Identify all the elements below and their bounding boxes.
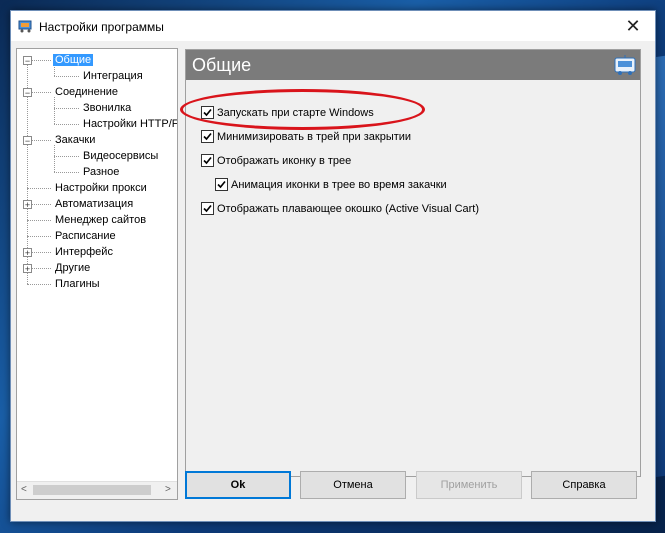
tree-connector — [54, 145, 56, 172]
tree-item[interactable]: Закачки — [53, 132, 97, 148]
help-button[interactable]: Справка — [531, 471, 637, 499]
tree-connector — [54, 97, 56, 124]
tree-connector — [27, 284, 51, 286]
tree-connector — [27, 220, 51, 222]
tree-item-label: Интерфейс — [55, 246, 113, 258]
tree-item-label: Общие — [53, 54, 94, 66]
tree-item-label: Плагины — [55, 278, 100, 290]
checkbox[interactable] — [201, 106, 214, 119]
expand-icon[interactable]: + — [23, 200, 32, 210]
scroll-right-icon[interactable]: > — [165, 484, 171, 495]
ok-button[interactable]: Ok — [185, 471, 291, 499]
tree-item-label: Звонилка — [83, 102, 132, 114]
tree-item-label: Автоматизация — [55, 198, 134, 210]
expand-icon[interactable]: + — [23, 248, 32, 258]
checkbox[interactable] — [201, 130, 214, 143]
tree-item[interactable]: Другие — [53, 260, 92, 276]
collapse-icon[interactable]: − — [23, 56, 32, 66]
collapse-icon[interactable]: − — [23, 136, 32, 146]
tree-item[interactable]: Настройки прокси — [53, 180, 149, 196]
tree-item-label: Настройки прокси — [55, 182, 147, 194]
settings-content-panel: Общие Запускать при старте Windows Миними… — [185, 49, 641, 477]
tree-item-label: Интеграция — [83, 70, 143, 82]
tree-connector — [54, 156, 79, 158]
checkmark-icon — [217, 180, 226, 189]
section-title: Общие — [192, 55, 252, 75]
checkbox[interactable] — [215, 178, 228, 191]
checkbox-label: Минимизировать в трей при закрытии — [217, 131, 412, 143]
tree-item-label: Закачки — [55, 134, 96, 146]
tree-connector — [27, 188, 51, 190]
tree-connector — [54, 108, 79, 110]
tree-item-label: Видеосервисы — [83, 150, 159, 162]
checkmark-icon — [203, 204, 212, 213]
tree-item-label: Разное — [83, 166, 120, 178]
cancel-button[interactable]: Отмена — [300, 471, 406, 499]
scrollbar-thumb[interactable] — [33, 485, 151, 495]
collapse-icon[interactable]: − — [23, 88, 32, 98]
apply-button: Применить — [416, 471, 522, 499]
tree-item[interactable]: Настройки HTTP/FTP — [81, 116, 178, 132]
close-icon: ✕ — [625, 15, 641, 36]
settings-tree[interactable]: < > Общие − Интеграция Соединение − Звонилка Н… — [16, 48, 178, 500]
checkbox-label: Запускать при старте Windows — [217, 107, 374, 119]
scroll-left-icon[interactable]: < — [21, 484, 27, 495]
tree-item[interactable]: Разное — [81, 164, 121, 180]
tree-item[interactable]: Видеосервисы — [81, 148, 160, 164]
tree-connector — [54, 124, 79, 126]
close-button[interactable]: ✕ — [611, 11, 655, 41]
tree-item[interactable]: Звонилка — [81, 100, 133, 116]
checkmark-icon — [203, 108, 212, 117]
tree-item[interactable]: Интеграция — [81, 68, 145, 84]
tree-item-label: Соединение — [55, 86, 119, 98]
app-icon — [18, 20, 32, 33]
checkbox[interactable] — [201, 154, 214, 167]
tree-connector — [27, 236, 51, 238]
window-title: Настройки программы — [39, 20, 164, 34]
tree-item[interactable]: Расписание — [53, 228, 118, 244]
tree-item[interactable]: Интерфейс — [53, 244, 115, 260]
tree-horizontal-scrollbar[interactable]: < > — [17, 481, 177, 499]
tree-item[interactable]: Менеджер сайтов — [53, 212, 148, 228]
tree-item-label: Менеджер сайтов — [55, 214, 147, 226]
tree-item[interactable]: Соединение — [53, 84, 120, 100]
tree-item-label: Расписание — [55, 230, 116, 242]
settings-window: Настройки программы ✕ < > Общие − Интеграц… — [10, 10, 656, 522]
checkbox-label: Анимация иконки в трее во время закачки — [231, 179, 447, 191]
section-header: Общие — [186, 50, 640, 80]
tree-connector — [54, 172, 79, 174]
checkbox[interactable] — [201, 202, 214, 215]
checkbox-label: Отображать плавающее окошко (Active Visu… — [217, 203, 480, 215]
cart-icon — [614, 55, 636, 75]
tree-connector — [54, 76, 79, 78]
tree-item-label: Настройки HTTP/FTP — [83, 118, 178, 130]
checkmark-icon — [203, 132, 212, 141]
title-bar: Настройки программы ✕ — [11, 11, 655, 41]
checkmark-icon — [203, 156, 212, 165]
expand-icon[interactable]: + — [23, 264, 32, 274]
tree-item[interactable]: Плагины — [53, 276, 102, 292]
tree-item-label: Другие — [55, 262, 91, 274]
tree-item[interactable]: Автоматизация — [53, 196, 135, 212]
checkbox-label: Отображать иконку в трее — [217, 155, 352, 167]
tree-item[interactable]: Общие — [53, 52, 94, 68]
